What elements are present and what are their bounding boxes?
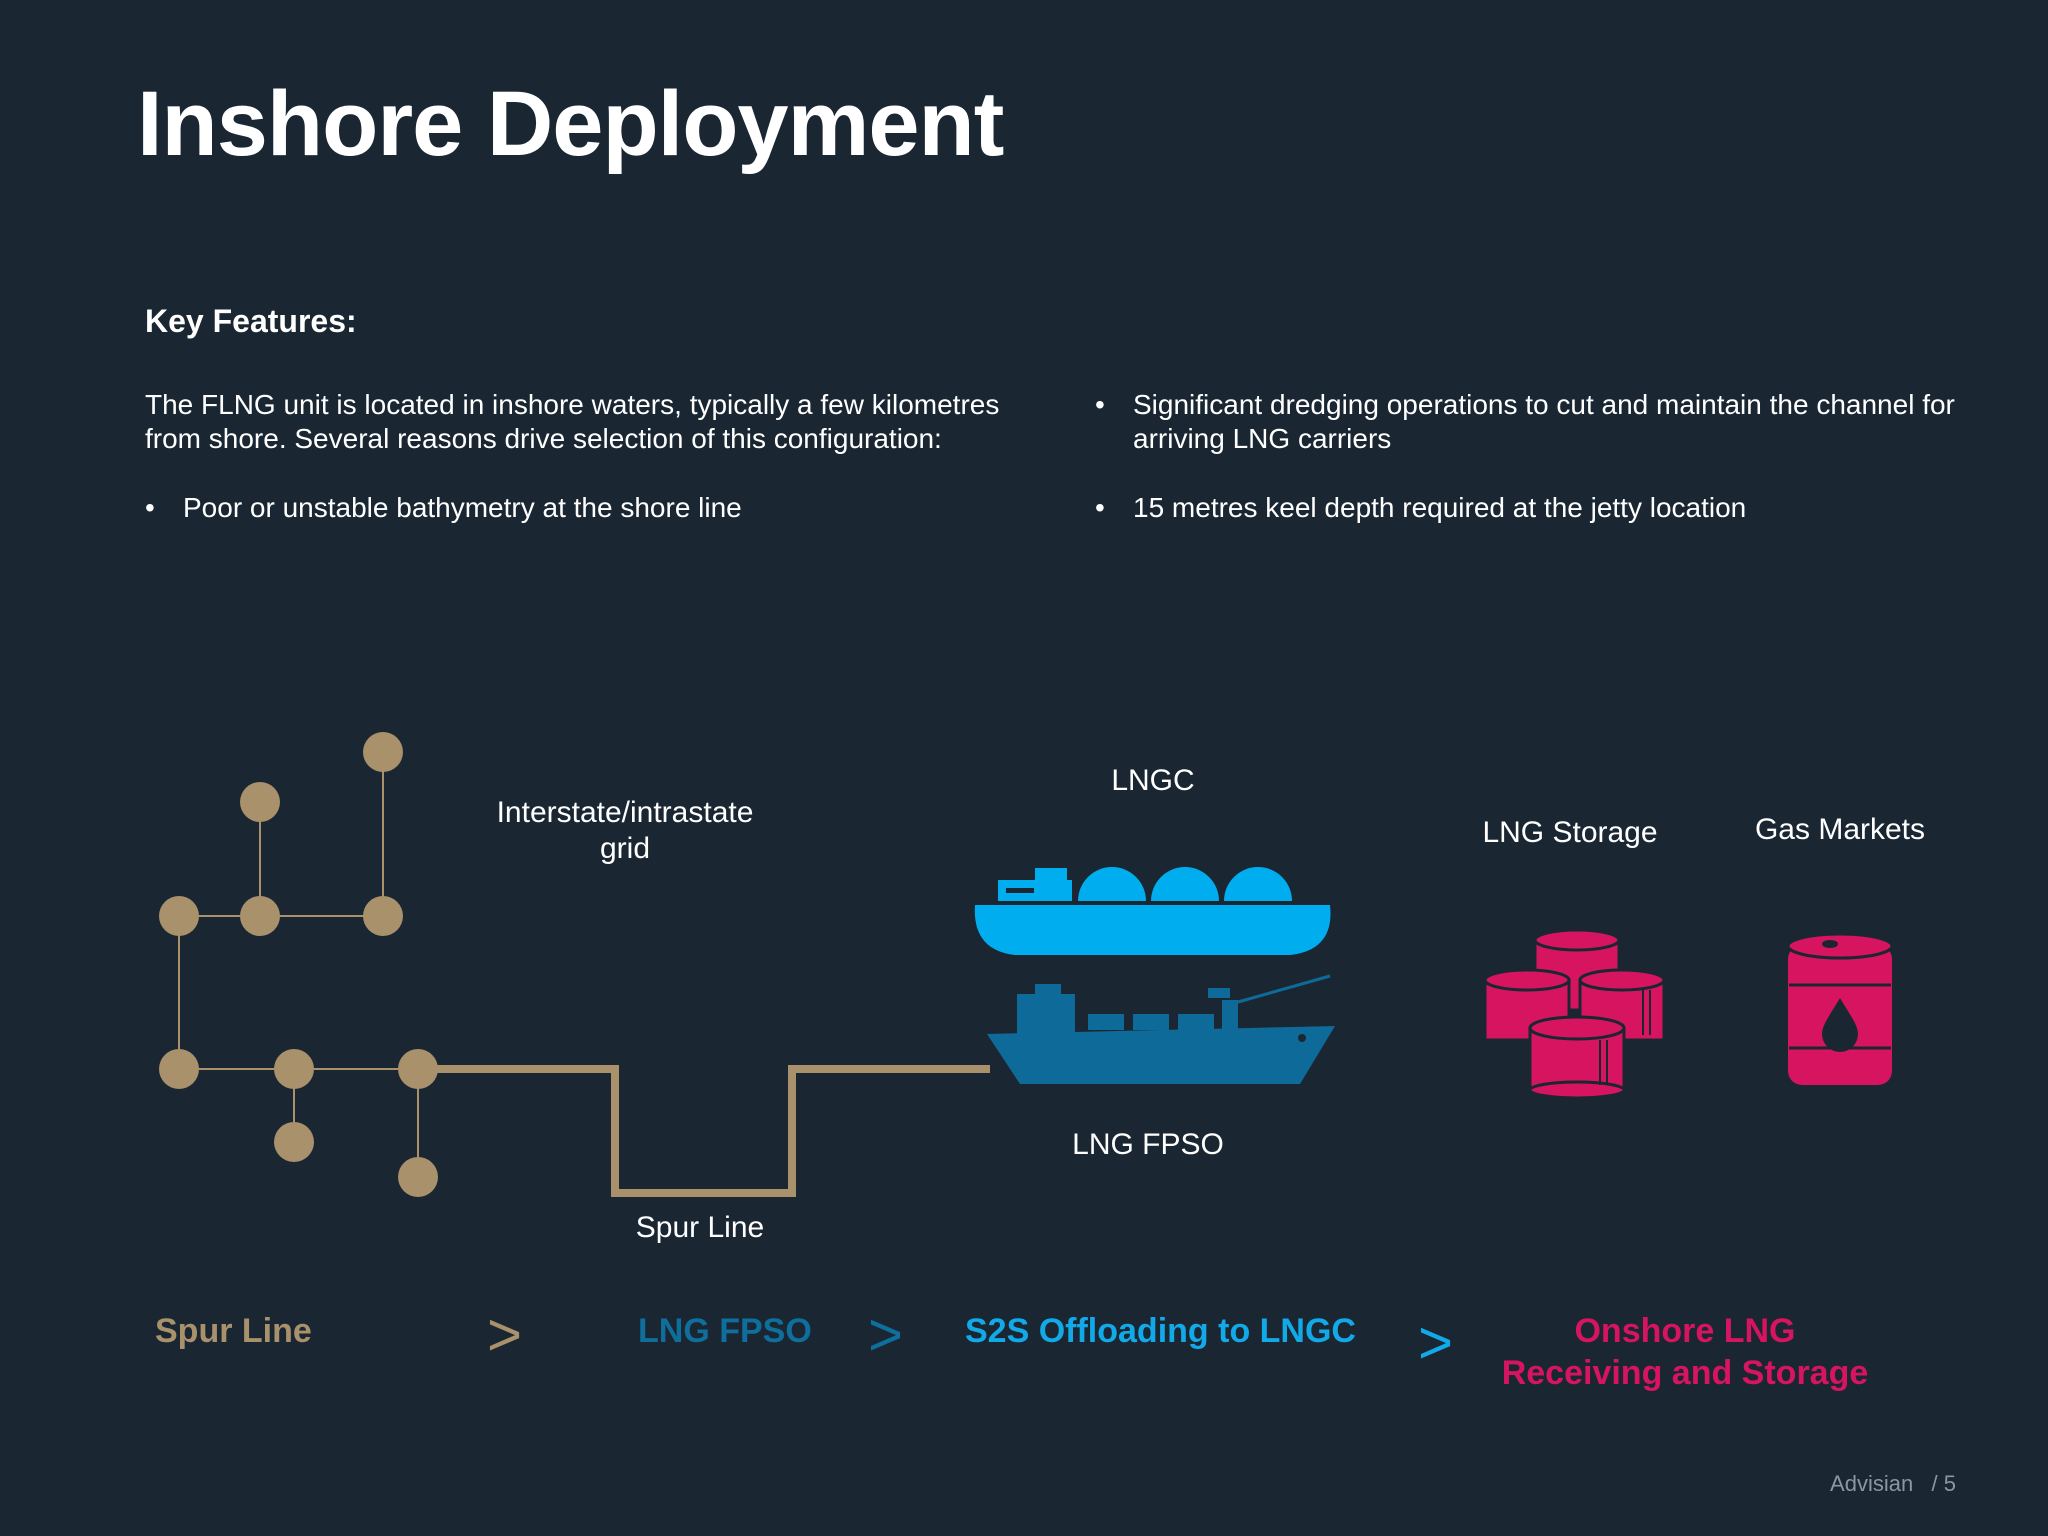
- step-onshore-receiving: Onshore LNG Receiving and Storage: [1501, 1312, 1869, 1392]
- markets-label: Gas Markets: [1754, 813, 1926, 846]
- step-spur-line: Spur Line: [155, 1312, 312, 1350]
- lng-storage-icon: [1483, 928, 1666, 1100]
- fpso-label: LNG FPSO: [1072, 1128, 1224, 1161]
- grid-node: [159, 1049, 199, 1089]
- spur-line-label: Spur Line: [635, 1211, 765, 1244]
- lngc-ship-icon: [974, 867, 1331, 955]
- step-s2s-offloading: S2S Offloading to LNGC: [965, 1312, 1356, 1350]
- lngc-label: LNGC: [1111, 764, 1195, 797]
- grid-node: [240, 896, 280, 936]
- flow-arrow-icon: >: [1418, 1309, 1454, 1376]
- oil-barrel-icon: [1786, 932, 1894, 1085]
- storage-label: LNG Storage: [1482, 816, 1658, 849]
- flow-arrow-icon: >: [868, 1301, 904, 1368]
- step-lng-fpso: LNG FPSO: [638, 1312, 812, 1350]
- flow-arrow-icon: >: [487, 1301, 523, 1368]
- grid-node: [159, 896, 199, 936]
- page-number: / 5: [1931, 1471, 1956, 1496]
- grid-network: [178, 752, 419, 1177]
- grid-node: [363, 732, 403, 772]
- grid-label: Interstate/intrastate grid: [496, 796, 754, 865]
- fpso-ship-icon: [987, 974, 1335, 1084]
- grid-node: [240, 782, 280, 822]
- spur-line-pipeline: [418, 1065, 990, 1197]
- grid-node: [274, 1122, 314, 1162]
- footer-brand: Advisian: [1830, 1471, 1914, 1496]
- grid-node: [363, 896, 403, 936]
- grid-nodes: [159, 732, 438, 1197]
- footer: Advisian / 5: [1830, 1471, 1956, 1497]
- grid-node: [274, 1049, 314, 1089]
- deployment-diagram: [159, 732, 1894, 1197]
- grid-node: [398, 1157, 438, 1197]
